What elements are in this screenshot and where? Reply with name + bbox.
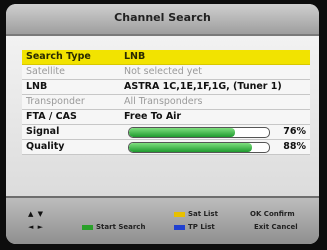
search-type-label: Search Type xyxy=(26,51,91,62)
fta-cas-value: Free To Air xyxy=(124,111,182,122)
quality-row: Quality 88% xyxy=(22,140,310,155)
start-search-hint: Start Search xyxy=(96,223,146,231)
tp-list-hint: TP List xyxy=(188,223,215,231)
search-type-row[interactable]: Search Type LNB xyxy=(22,50,310,65)
transponder-row: Transponder All Transponders xyxy=(22,95,310,110)
quality-bar xyxy=(128,142,270,153)
signal-bar-fill xyxy=(129,128,236,137)
left-right-arrows-icon: ◄ ► xyxy=(28,223,44,231)
blue-key-icon xyxy=(174,225,185,230)
yellow-key-icon xyxy=(174,212,185,217)
search-type-value: LNB xyxy=(124,51,146,62)
page-title: Channel Search xyxy=(114,11,211,24)
transponder-value: All Transponders xyxy=(124,96,203,107)
sat-list-hint: Sat List xyxy=(188,210,218,218)
up-down-arrows-icon: ▲ ▼ xyxy=(28,210,44,218)
quality-percent: 88% xyxy=(283,141,306,152)
fta-cas-label: FTA / CAS xyxy=(26,111,77,122)
satellite-row: Satellite Not selected yet xyxy=(22,65,310,80)
signal-label: Signal xyxy=(26,126,60,137)
title-bar: Channel Search xyxy=(6,4,319,36)
signal-percent: 76% xyxy=(283,126,306,137)
satellite-label: Satellite xyxy=(26,66,65,77)
satellite-value: Not selected yet xyxy=(124,66,202,77)
lnb-label: LNB xyxy=(26,81,48,92)
signal-bar xyxy=(128,127,270,138)
signal-row: Signal 76% xyxy=(22,125,310,140)
lnb-row[interactable]: LNB ASTRA 1C,1E,1F,1G, (Tuner 1) xyxy=(22,80,310,95)
settings-panel: Search Type LNB Satellite Not selected y… xyxy=(6,36,319,196)
settings-list: Search Type LNB Satellite Not selected y… xyxy=(22,50,310,155)
exit-cancel-hint: Exit Cancel xyxy=(254,223,298,231)
fta-cas-row[interactable]: FTA / CAS Free To Air xyxy=(22,110,310,125)
transponder-label: Transponder xyxy=(26,96,85,107)
quality-label: Quality xyxy=(26,141,65,152)
lnb-value: ASTRA 1C,1E,1F,1G, (Tuner 1) xyxy=(124,81,282,92)
footer-help-bar: ▲ ▼ ◄ ► Start Search Sat List TP List OK… xyxy=(6,196,319,244)
quality-bar-fill xyxy=(129,143,253,152)
channel-search-screen: Channel Search Search Type LNB Satellite… xyxy=(6,4,319,244)
ok-confirm-hint: OK Confirm xyxy=(250,210,295,218)
green-key-icon xyxy=(82,225,93,230)
